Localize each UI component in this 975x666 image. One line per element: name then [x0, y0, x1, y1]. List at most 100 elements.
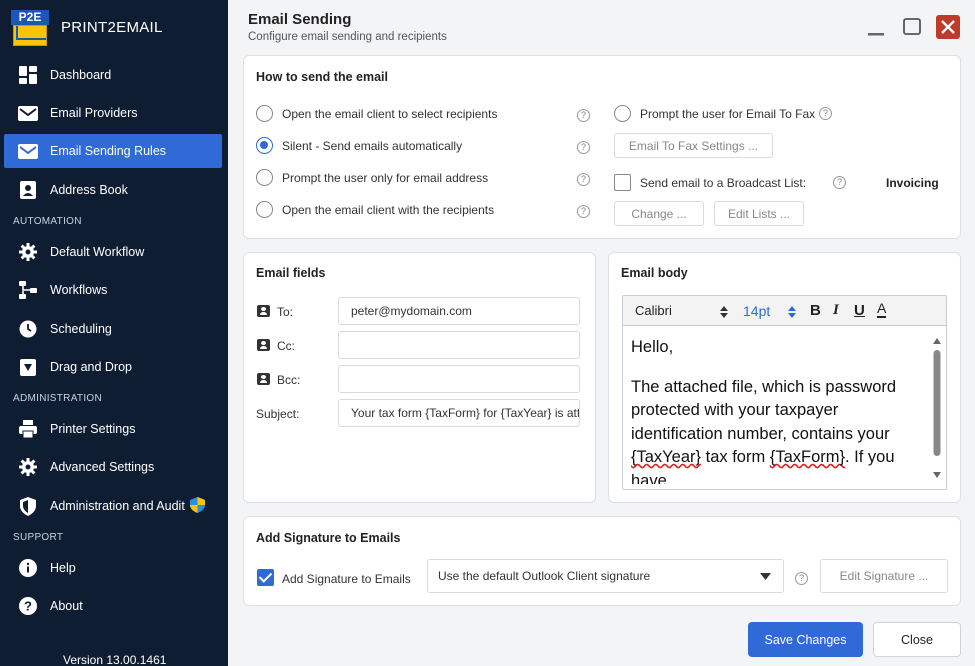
save-changes-button[interactable]: Save Changes — [748, 622, 863, 657]
help-icon[interactable]: ? — [795, 572, 808, 585]
info-icon — [18, 558, 38, 578]
help-icon[interactable]: ? — [577, 205, 590, 218]
email-body-text[interactable]: Hello, The attached file, which is passw… — [631, 336, 927, 484]
bcc-label: Bcc: — [277, 373, 301, 387]
gear-icon — [18, 457, 38, 477]
fax-prompt-toggle[interactable] — [614, 105, 631, 122]
bold-button[interactable]: B — [810, 302, 821, 319]
cc-field[interactable] — [338, 331, 580, 359]
sidebar-item-label: Email Sending Rules — [50, 144, 167, 158]
placeholder-token: {TaxForm} — [769, 448, 846, 466]
font-size-select[interactable]: 14pt — [743, 303, 770, 319]
to-field[interactable]: peter@mydomain.com — [338, 297, 580, 325]
sidebar-item-label: Administration and Audit — [50, 499, 185, 513]
font-select[interactable]: Calibri — [635, 303, 672, 318]
chevron-down-icon — [760, 573, 771, 580]
sidebar-item-help[interactable]: Help — [4, 551, 222, 585]
placeholder-token: {TaxYear} — [631, 448, 702, 466]
change-button[interactable]: Change ... — [614, 201, 704, 226]
underline-button[interactable]: U — [854, 302, 865, 319]
editor-toolbar: Calibri 14pt B I U A — [623, 296, 946, 326]
version-label: Version 13.00.1461 — [63, 653, 167, 666]
logo-text: P2E — [11, 10, 49, 25]
email-to-fax-settings-button[interactable]: Email To Fax Settings ... — [614, 133, 773, 158]
sidebar-item-label: Scheduling — [50, 322, 112, 336]
sidebar-item-printer-settings[interactable]: Printer Settings — [4, 412, 222, 446]
help-icon[interactable]: ? — [577, 109, 590, 122]
editor-scrollbar[interactable] — [932, 336, 941, 482]
add-signature-checkbox[interactable] — [257, 569, 274, 586]
minimize-button[interactable] — [865, 16, 887, 38]
sidebar: P2E PRINT2EMAIL Dashboard Email Provider… — [0, 0, 228, 666]
sidebar-item-drag-and-drop[interactable]: Drag and Drop — [4, 350, 222, 384]
shield-icon — [18, 496, 38, 516]
radio-open-client-recipients[interactable] — [256, 201, 273, 218]
body-text-run: tax form — [701, 448, 770, 466]
radio-silent[interactable] — [256, 137, 273, 154]
sidebar-item-workflows[interactable]: Workflows — [4, 273, 222, 307]
help-icon[interactable]: ? — [577, 141, 590, 154]
signature-selected-value: Use the default Outlook Client signature — [438, 569, 651, 583]
email-body-editor[interactable]: Calibri 14pt B I U A Hello, The attached… — [622, 295, 947, 490]
sidebar-item-about[interactable]: ? About — [4, 589, 222, 623]
broadcast-checkbox[interactable] — [614, 174, 631, 191]
sidebar-item-label: About — [50, 599, 83, 613]
bcc-field[interactable] — [338, 365, 580, 393]
page-title: Email Sending — [248, 11, 352, 28]
sidebar-item-label: Drag and Drop — [50, 360, 132, 374]
body-paragraph: The attached file, which is password pro… — [631, 376, 927, 485]
section-label-support: SUPPORT — [13, 532, 64, 543]
sidebar-item-scheduling[interactable]: Scheduling — [4, 312, 222, 346]
workflow-icon — [18, 280, 38, 300]
contact-icon — [257, 339, 270, 351]
radio-prompt-address[interactable] — [256, 169, 273, 186]
sidebar-item-email-sending-rules[interactable]: Email Sending Rules — [4, 134, 222, 168]
broadcast-label: Send email to a Broadcast List: — [640, 176, 807, 190]
email-body-title: Email body — [621, 266, 688, 280]
svg-text:?: ? — [24, 599, 32, 614]
envelope-icon — [18, 141, 38, 161]
help-icon[interactable]: ? — [819, 107, 832, 120]
uac-shield-icon — [189, 496, 205, 516]
sidebar-item-email-providers[interactable]: Email Providers — [4, 96, 222, 130]
sidebar-item-label: Workflows — [50, 283, 108, 297]
sidebar-item-address-book[interactable]: Address Book — [4, 173, 222, 207]
option-label: Open the email client to select recipien… — [282, 107, 498, 121]
option-label: Open the email client with the recipient… — [282, 203, 495, 217]
sidebar-item-label: Email Providers — [50, 106, 138, 120]
close-icon — [941, 20, 955, 34]
minimize-icon — [868, 33, 884, 36]
envelope-logo-icon — [13, 25, 47, 46]
sidebar-item-administration-and-audit[interactable]: Administration and Audit — [4, 489, 222, 523]
fax-prompt-label: Prompt the user for Email To Fax — [640, 107, 816, 121]
font-color-button[interactable]: A — [877, 301, 887, 318]
close-window-button[interactable] — [936, 15, 960, 39]
maximize-button[interactable] — [901, 16, 923, 38]
edit-signature-button[interactable]: Edit Signature ... — [820, 559, 948, 593]
option-label: Silent - Send emails automatically — [282, 139, 463, 153]
app-name: PRINT2EMAIL — [61, 19, 163, 36]
radio-open-client-select[interactable] — [256, 105, 273, 122]
contact-icon — [257, 305, 270, 317]
drop-icon — [18, 357, 38, 377]
subject-field[interactable]: Your tax form {TaxForm} for {TaxYear} is… — [338, 399, 580, 427]
body-text-run: The attached file, which is password pro… — [631, 377, 897, 443]
gear-icon — [18, 242, 38, 262]
maximize-icon — [903, 18, 921, 35]
close-button[interactable]: Close — [873, 622, 961, 657]
sidebar-item-label: Address Book — [50, 183, 128, 197]
italic-button[interactable]: I — [833, 302, 839, 319]
contact-icon — [257, 373, 270, 385]
sidebar-item-dashboard[interactable]: Dashboard — [4, 58, 222, 92]
broadcast-list-name: Invoicing — [886, 176, 939, 190]
updown-arrow-icon — [720, 306, 728, 318]
signature-title: Add Signature to Emails — [256, 531, 401, 545]
sidebar-item-default-workflow[interactable]: Default Workflow — [4, 235, 222, 269]
signature-select[interactable]: Use the default Outlook Client signature — [427, 559, 784, 593]
sidebar-item-advanced-settings[interactable]: Advanced Settings — [4, 450, 222, 484]
help-icon[interactable]: ? — [833, 176, 846, 189]
help-icon[interactable]: ? — [577, 173, 590, 186]
edit-lists-button[interactable]: Edit Lists ... — [714, 201, 804, 226]
scrollbar-track — [933, 338, 941, 478]
